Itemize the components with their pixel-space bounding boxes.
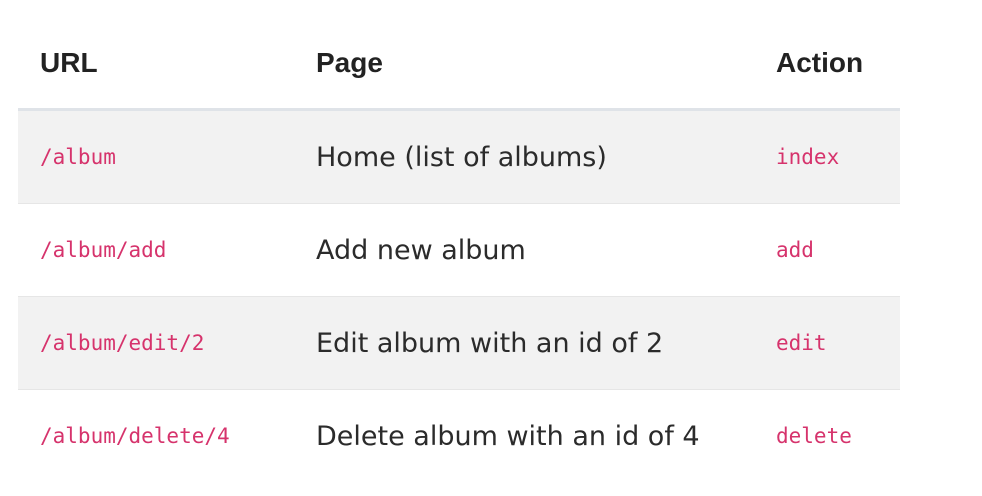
action-cell: add — [754, 203, 900, 297]
routes-table: URL Page Action /album Home (list of alb… — [18, 18, 900, 482]
table-row: /album/delete/4 Delete album with an id … — [18, 390, 900, 483]
action-code: add — [776, 238, 814, 262]
column-header-page: Page — [294, 18, 754, 111]
table-row: /album/edit/2 Edit album with an id of 2… — [18, 296, 900, 390]
page-cell: Home (list of albums) — [294, 109, 754, 204]
table-row: /album/add Add new album add — [18, 203, 900, 297]
table-header: URL Page Action — [18, 18, 900, 111]
action-code: index — [776, 145, 840, 169]
page-description: Edit album with an id of 2 — [316, 327, 664, 359]
url-code: /album/add — [40, 238, 167, 262]
url-cell: /album/delete/4 — [18, 390, 294, 483]
table-row: /album Home (list of albums) index — [18, 109, 900, 204]
url-cell: /album/add — [18, 203, 294, 297]
url-code: /album/delete/4 — [40, 424, 230, 448]
action-code: edit — [776, 331, 827, 355]
table-body: /album Home (list of albums) index /albu… — [18, 109, 900, 483]
page-cell: Add new album — [294, 203, 754, 297]
header-row: URL Page Action — [18, 18, 900, 111]
url-code: /album — [40, 145, 116, 169]
action-code: delete — [776, 424, 852, 448]
url-cell: /album/edit/2 — [18, 296, 294, 390]
page-description: Add new album — [316, 234, 526, 266]
url-cell: /album — [18, 109, 294, 204]
page-description: Delete album with an id of 4 — [316, 420, 700, 452]
action-cell: edit — [754, 296, 900, 390]
action-cell: delete — [754, 390, 900, 483]
action-cell: index — [754, 109, 900, 204]
page-description: Home (list of albums) — [316, 141, 607, 173]
column-header-action: Action — [754, 18, 900, 111]
column-header-url: URL — [18, 18, 294, 111]
page-cell: Delete album with an id of 4 — [294, 390, 754, 483]
page-cell: Edit album with an id of 2 — [294, 296, 754, 390]
url-code: /album/edit/2 — [40, 331, 205, 355]
